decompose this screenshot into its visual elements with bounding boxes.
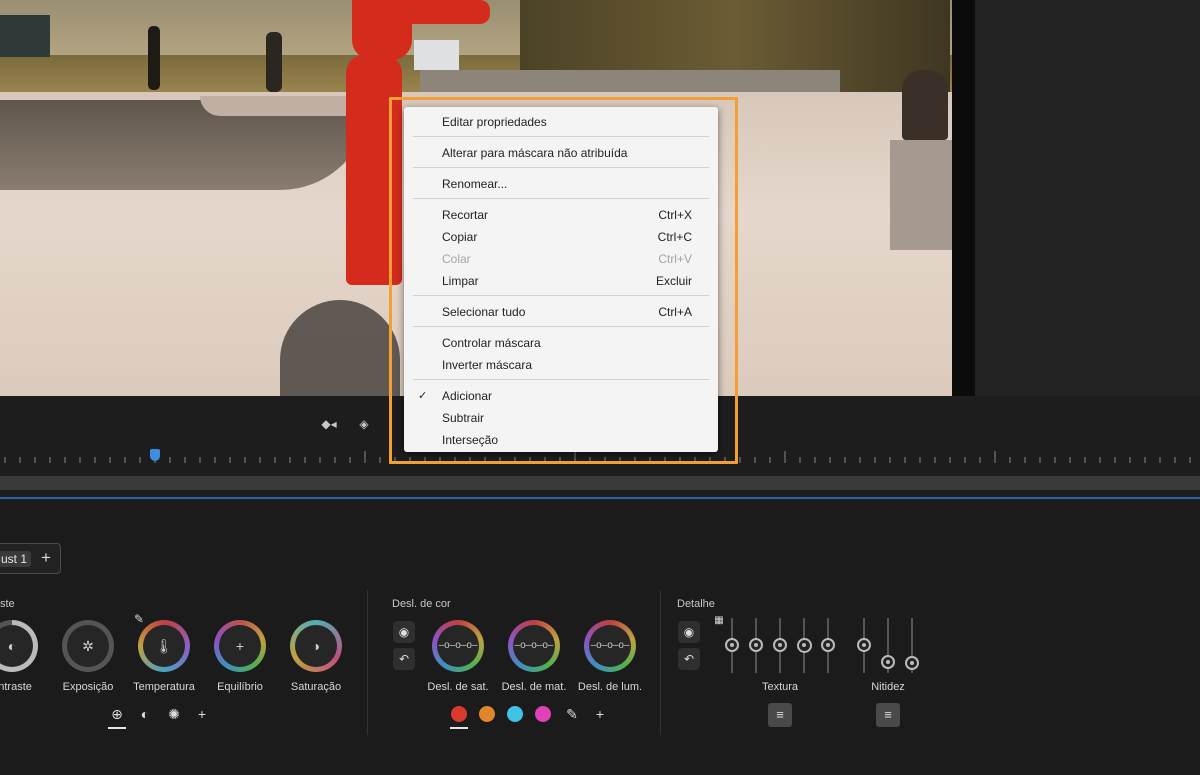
dial-5[interactable]: ◑ xyxy=(290,620,342,672)
detail-section-title: Detalhe xyxy=(677,598,715,610)
dial-4[interactable]: + xyxy=(214,620,266,672)
slider-knob-dot xyxy=(886,660,890,664)
active-swatch-underline xyxy=(450,727,468,729)
curve-points-icon: –o–o–o– xyxy=(513,625,555,667)
timeline-progress-line xyxy=(0,497,1200,499)
thermometer-icon: 🌡 xyxy=(143,625,185,667)
plus-icon: + xyxy=(219,625,261,667)
video-figure-left xyxy=(148,26,160,90)
color-eyedropper-icon[interactable]: ✎ xyxy=(563,705,581,723)
slider-knob[interactable] xyxy=(797,638,812,653)
dial-label: Saturação xyxy=(290,681,342,693)
slider-knob-dot xyxy=(802,643,806,647)
slider-knob-dot xyxy=(778,643,782,647)
color-shift-eye-icon[interactable]: ◉ xyxy=(393,621,415,643)
saturation-icon: ◑ xyxy=(295,625,337,667)
mask-shield-icon[interactable]: ◈ xyxy=(356,416,372,432)
slider-knob[interactable] xyxy=(905,656,919,670)
add-tab-button[interactable]: + xyxy=(36,548,56,568)
swatch-magenta[interactable] xyxy=(535,706,551,722)
color-shift-dial-1[interactable]: –o–o–o– xyxy=(432,620,484,672)
section-divider xyxy=(660,590,661,735)
eyedropper-icon[interactable]: ✎ xyxy=(130,610,148,628)
video-banner xyxy=(414,40,459,70)
menu-highlight-frame xyxy=(389,97,738,464)
right-panel xyxy=(975,0,1200,396)
curve-points-icon: –o–o–o– xyxy=(437,625,479,667)
detail-reset-icon[interactable]: ↶ xyxy=(678,648,700,670)
sharpness-settings-button[interactable]: ≡ xyxy=(876,703,900,727)
video-right-edge xyxy=(952,0,975,396)
video-sitting-person xyxy=(902,70,948,140)
adjustment-tab-bar: ust 1 + xyxy=(0,543,61,574)
sharpness-label: Nitidez xyxy=(871,681,905,693)
video-red-skater-arm xyxy=(410,0,490,24)
slider-knob[interactable] xyxy=(821,638,835,652)
adjust-section-title: ste xyxy=(0,598,15,610)
sun-icon[interactable]: ✺ xyxy=(165,705,183,723)
color-shift-dial-2[interactable]: –o–o–o– xyxy=(508,620,560,672)
color-shift-reset-icon[interactable]: ↶ xyxy=(393,648,415,670)
slider-knob-dot xyxy=(826,643,830,647)
aperture-icon: ✲ xyxy=(67,625,109,667)
video-ramp xyxy=(890,140,952,250)
slider-knob-dot xyxy=(862,643,866,647)
texture-label: Textura xyxy=(761,681,799,693)
active-mode-underline xyxy=(108,727,126,729)
swatch-red[interactable] xyxy=(451,706,467,722)
mask-prev-icon[interactable]: ◆◂ xyxy=(321,416,337,432)
slider-knob[interactable] xyxy=(773,638,787,652)
color-shift-section-title: Desl. de cor xyxy=(392,598,451,610)
slider-knob[interactable] xyxy=(749,638,763,652)
half-circle-icon[interactable]: ◐ xyxy=(136,705,154,723)
playhead-marker[interactable] xyxy=(150,449,160,461)
color-shift-dial-3[interactable]: –o–o–o– xyxy=(584,620,636,672)
swatch-cyan[interactable] xyxy=(507,706,523,722)
video-figure-skater xyxy=(266,32,282,92)
section-divider xyxy=(367,590,368,735)
swatch-orange[interactable] xyxy=(479,706,495,722)
curve-points-icon: –o–o–o– xyxy=(589,625,631,667)
texture-settings-button[interactable]: ≡ xyxy=(768,703,792,727)
slider-knob-dot xyxy=(754,643,758,647)
add-adjustment-icon[interactable]: + xyxy=(193,705,211,723)
slider-knob[interactable] xyxy=(725,638,739,652)
globe-icon[interactable]: ⊕ xyxy=(108,705,126,723)
video-sign xyxy=(0,15,50,57)
contrast-icon: ◐ xyxy=(0,625,33,667)
app-window: ◆◂ ◈ ust 1 + ste Desl. de cor Detalhe ◐o… xyxy=(0,0,1200,775)
video-red-skater-torso xyxy=(352,0,412,60)
texture-grid-icon: ▦ xyxy=(714,615,724,626)
slider-knob[interactable] xyxy=(881,655,895,669)
detail-eye-icon[interactable]: ◉ xyxy=(678,621,700,643)
slider-knob-dot xyxy=(730,643,734,647)
slider-knob-dot xyxy=(910,661,914,665)
color-shift-label: Desl. de lum. xyxy=(577,681,643,693)
tab-adjust-1[interactable]: ust 1 xyxy=(0,551,31,567)
add-color-icon[interactable]: + xyxy=(591,705,609,723)
dial-2[interactable]: ✲ xyxy=(62,620,114,672)
timeline-track[interactable] xyxy=(0,476,1200,490)
slider-knob[interactable] xyxy=(857,638,871,652)
